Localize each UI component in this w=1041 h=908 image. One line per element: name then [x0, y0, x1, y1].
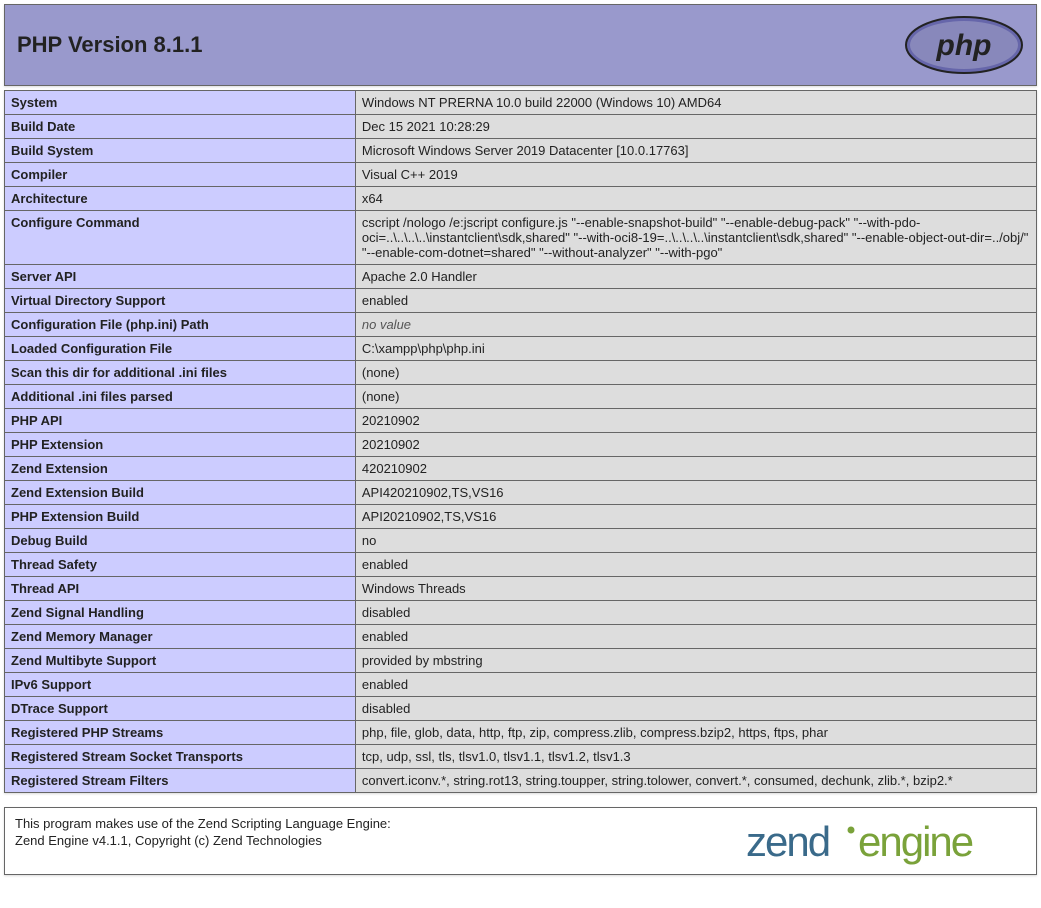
info-value: tcp, udp, ssl, tls, tlsv1.0, tlsv1.1, tl… [355, 745, 1036, 769]
table-row: Zend Extension BuildAPI420210902,TS,VS16 [5, 481, 1037, 505]
info-label: Architecture [5, 187, 356, 211]
info-label: Thread Safety [5, 553, 356, 577]
table-row: Server APIApache 2.0 Handler [5, 265, 1037, 289]
info-value: php, file, glob, data, http, ftp, zip, c… [355, 721, 1036, 745]
info-label: PHP Extension Build [5, 505, 356, 529]
info-value: cscript /nologo /e:jscript configure.js … [355, 211, 1036, 265]
info-value: no [355, 529, 1036, 553]
php-logo-icon: php [904, 15, 1024, 75]
info-label: PHP Extension [5, 433, 356, 457]
table-row: Configure Commandcscript /nologo /e:jscr… [5, 211, 1037, 265]
page-title: PHP Version 8.1.1 [17, 32, 202, 58]
info-value: Visual C++ 2019 [355, 163, 1036, 187]
table-row: Zend Extension420210902 [5, 457, 1037, 481]
info-label: Zend Extension Build [5, 481, 356, 505]
phpinfo-table: SystemWindows NT PRERNA 10.0 build 22000… [4, 90, 1037, 793]
info-value: (none) [355, 385, 1036, 409]
info-label: Configure Command [5, 211, 356, 265]
info-value: Windows Threads [355, 577, 1036, 601]
info-label: Registered Stream Filters [5, 769, 356, 793]
info-value: enabled [355, 673, 1036, 697]
table-row: Loaded Configuration FileC:\xampp\php\ph… [5, 337, 1037, 361]
info-label: Loaded Configuration File [5, 337, 356, 361]
table-row: Architecturex64 [5, 187, 1037, 211]
table-row: PHP Extension BuildAPI20210902,TS,VS16 [5, 505, 1037, 529]
info-label: Additional .ini files parsed [5, 385, 356, 409]
info-label: Virtual Directory Support [5, 289, 356, 313]
table-row: Build SystemMicrosoft Windows Server 201… [5, 139, 1037, 163]
info-value: C:\xampp\php\php.ini [355, 337, 1036, 361]
table-row: Registered PHP Streamsphp, file, glob, d… [5, 721, 1037, 745]
info-value: 20210902 [355, 409, 1036, 433]
table-row: IPv6 Supportenabled [5, 673, 1037, 697]
info-label: Registered Stream Socket Transports [5, 745, 356, 769]
table-row: SystemWindows NT PRERNA 10.0 build 22000… [5, 91, 1037, 115]
info-label: Debug Build [5, 529, 356, 553]
info-value: (none) [355, 361, 1036, 385]
table-row: DTrace Supportdisabled [5, 697, 1037, 721]
info-value: disabled [355, 697, 1036, 721]
table-row: Debug Buildno [5, 529, 1037, 553]
zend-text: This program makes use of the Zend Scrip… [15, 816, 391, 850]
info-label: Thread API [5, 577, 356, 601]
info-label: Compiler [5, 163, 356, 187]
svg-text:zend: zend [746, 818, 829, 865]
info-value: enabled [355, 553, 1036, 577]
table-row: Registered Stream Filtersconvert.iconv.*… [5, 769, 1037, 793]
info-label: Zend Memory Manager [5, 625, 356, 649]
table-row: Thread APIWindows Threads [5, 577, 1037, 601]
table-row: PHP Extension20210902 [5, 433, 1037, 457]
info-label: Zend Signal Handling [5, 601, 356, 625]
info-value: Windows NT PRERNA 10.0 build 22000 (Wind… [355, 91, 1036, 115]
svg-text:php: php [936, 29, 992, 62]
info-label: System [5, 91, 356, 115]
zend-line1: This program makes use of the Zend Scrip… [15, 816, 391, 831]
info-label: Registered PHP Streams [5, 721, 356, 745]
info-label: Zend Extension [5, 457, 356, 481]
info-label: Zend Multibyte Support [5, 649, 356, 673]
table-row: CompilerVisual C++ 2019 [5, 163, 1037, 187]
table-row: Scan this dir for additional .ini files(… [5, 361, 1037, 385]
info-value: enabled [355, 289, 1036, 313]
table-row: Configuration File (php.ini) Pathno valu… [5, 313, 1037, 337]
info-label: DTrace Support [5, 697, 356, 721]
info-value: Microsoft Windows Server 2019 Datacenter… [355, 139, 1036, 163]
info-value: convert.iconv.*, string.rot13, string.to… [355, 769, 1036, 793]
table-row: Thread Safetyenabled [5, 553, 1037, 577]
info-label: IPv6 Support [5, 673, 356, 697]
info-label: Server API [5, 265, 356, 289]
table-row: Zend Signal Handlingdisabled [5, 601, 1037, 625]
info-value: provided by mbstring [355, 649, 1036, 673]
info-label: Build Date [5, 115, 356, 139]
table-row: Virtual Directory Supportenabled [5, 289, 1037, 313]
info-value: disabled [355, 601, 1036, 625]
info-label: Build System [5, 139, 356, 163]
zend-engine-logo-icon: zend engine [746, 816, 1026, 866]
zend-credits: This program makes use of the Zend Scrip… [4, 807, 1037, 875]
info-value: Dec 15 2021 10:28:29 [355, 115, 1036, 139]
info-value: Apache 2.0 Handler [355, 265, 1036, 289]
table-row: Build DateDec 15 2021 10:28:29 [5, 115, 1037, 139]
table-row: PHP API20210902 [5, 409, 1037, 433]
zend-line2: Zend Engine v4.1.1, Copyright (c) Zend T… [15, 833, 322, 848]
info-label: Configuration File (php.ini) Path [5, 313, 356, 337]
info-label: Scan this dir for additional .ini files [5, 361, 356, 385]
table-row: Registered Stream Socket Transportstcp, … [5, 745, 1037, 769]
info-value: API20210902,TS,VS16 [355, 505, 1036, 529]
info-value: 20210902 [355, 433, 1036, 457]
info-value: x64 [355, 187, 1036, 211]
info-label: PHP API [5, 409, 356, 433]
info-value: no value [355, 313, 1036, 337]
table-row: Zend Multibyte Supportprovided by mbstri… [5, 649, 1037, 673]
info-value: enabled [355, 625, 1036, 649]
svg-text:engine: engine [858, 818, 973, 865]
info-value: API420210902,TS,VS16 [355, 481, 1036, 505]
table-row: Zend Memory Managerenabled [5, 625, 1037, 649]
page-header: PHP Version 8.1.1 php [4, 4, 1037, 86]
table-row: Additional .ini files parsed(none) [5, 385, 1037, 409]
info-value: 420210902 [355, 457, 1036, 481]
